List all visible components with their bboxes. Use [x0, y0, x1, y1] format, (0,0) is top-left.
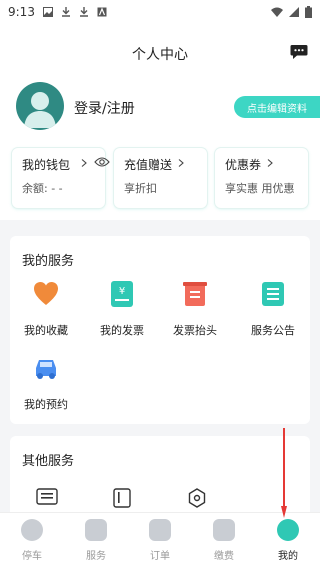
- service-label: 我的收藏: [24, 324, 68, 337]
- tab-parking[interactable]: 停车: [2, 519, 62, 562]
- font-app-icon: [97, 7, 107, 17]
- image-notification-icon: [42, 7, 53, 17]
- my-services-section: 我的服务 我的收藏 ¥ 我的发票 发票抬头 服务公告 我的预约: [10, 236, 310, 424]
- section-title: 其他服务: [22, 454, 75, 469]
- invoice-header-icon: [183, 282, 207, 306]
- chevron-right-icon: [267, 159, 273, 167]
- service-label: 服务公告: [251, 324, 295, 337]
- page-header: 个人中心: [0, 24, 320, 80]
- bottom-tab-bar: 停车 服务 订单 缴费 我的: [0, 512, 320, 569]
- announcement-icon: [262, 282, 284, 306]
- status-time: 9:13: [8, 5, 35, 19]
- chevron-right-icon: [178, 159, 184, 167]
- service-label: 我的发票: [100, 324, 144, 337]
- tab-payment[interactable]: 缴费: [194, 519, 254, 562]
- section-title: 我的服务: [22, 254, 75, 269]
- wallet-card[interactable]: 我的钱包 余额: - -: [12, 148, 110, 208]
- chevron-right-icon: [81, 159, 87, 167]
- tab-label: 我的: [278, 551, 298, 562]
- service-item-reservations[interactable]: 我的预约: [11, 354, 81, 412]
- eye-icon[interactable]: [94, 156, 110, 168]
- wallet-balance: 余额: - -: [22, 182, 63, 195]
- message-icon[interactable]: [290, 44, 308, 60]
- tab-label: 服务: [86, 551, 106, 562]
- login-register-link[interactable]: 登录/注册: [74, 98, 135, 118]
- tab-profile[interactable]: 我的: [258, 519, 318, 562]
- edit-profile-button[interactable]: 点击编辑资料: [234, 96, 320, 118]
- coupon-title: 优惠券: [225, 158, 262, 172]
- recharge-title: 充值赠送: [124, 158, 173, 172]
- page-title: 个人中心: [132, 47, 188, 63]
- parking-icon: [21, 519, 43, 541]
- tab-service[interactable]: 服务: [66, 519, 126, 562]
- chat-icon[interactable]: [36, 488, 58, 508]
- service-item-favorites[interactable]: 我的收藏: [11, 280, 81, 338]
- coupon-card[interactable]: 优惠券 享实惠 用优惠: [215, 148, 308, 208]
- service-icon: [85, 519, 107, 541]
- svg-text:¥: ¥: [119, 286, 125, 297]
- service-label: 我的预约: [24, 398, 68, 411]
- invoice-icon: ¥: [111, 281, 133, 307]
- battery-icon: [305, 6, 312, 18]
- heart-icon: [34, 282, 58, 305]
- annotation-arrow: [281, 428, 287, 518]
- download-icon: [61, 7, 70, 17]
- tab-label: 停车: [22, 551, 42, 562]
- tab-label: 订单: [150, 551, 170, 562]
- service-label: 发票抬头: [173, 324, 217, 337]
- car-icon: [36, 360, 56, 379]
- settings-icon[interactable]: [188, 488, 206, 508]
- tab-label: 缴费: [214, 551, 234, 562]
- avatar[interactable]: [16, 82, 64, 130]
- recharge-subtitle: 享折扣: [124, 182, 157, 195]
- status-bar: 9:13: [0, 0, 320, 24]
- profile-section: 登录/注册 点击编辑资料: [0, 80, 320, 140]
- wallet-row: 我的钱包 余额: - - 充值赠送 享折扣 优惠券 享实惠 用优惠: [0, 140, 320, 220]
- user-icon: [24, 92, 56, 128]
- wifi-icon: [271, 7, 283, 17]
- tab-orders[interactable]: 订单: [130, 519, 190, 562]
- signal-icon: [289, 7, 299, 17]
- order-icon: [149, 519, 171, 541]
- service-item-announcements[interactable]: 服务公告: [238, 280, 308, 338]
- service-item-invoices[interactable]: ¥ 我的发票: [87, 280, 157, 338]
- document-icon[interactable]: [113, 488, 131, 508]
- wallet-title: 我的钱包: [22, 158, 71, 172]
- coupon-subtitle: 享实惠 用优惠: [225, 182, 295, 195]
- download-icon: [79, 7, 88, 17]
- recharge-card[interactable]: 充值赠送 享折扣: [114, 148, 207, 208]
- service-item-invoice-header[interactable]: 发票抬头: [160, 280, 230, 338]
- payment-icon: [213, 519, 235, 541]
- profile-icon: [277, 519, 299, 541]
